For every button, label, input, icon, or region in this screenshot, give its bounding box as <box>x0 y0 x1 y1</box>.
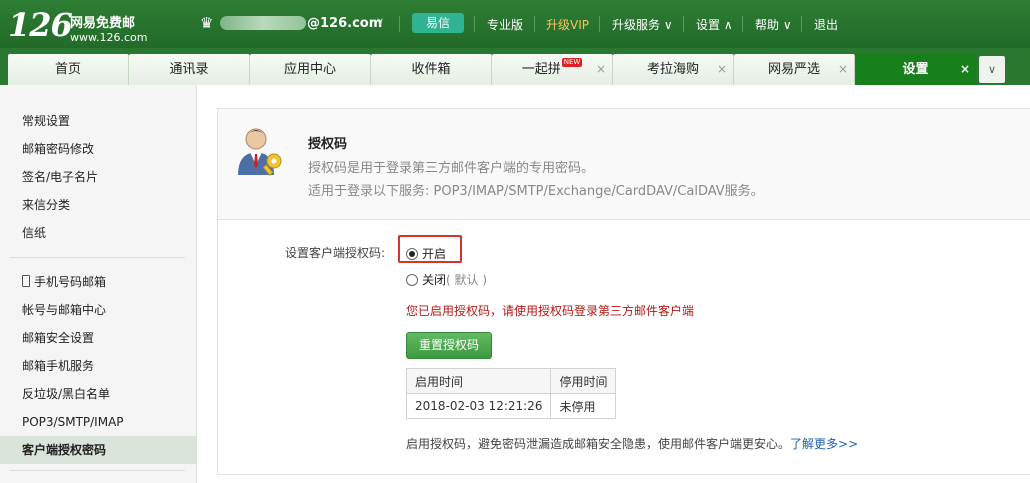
phone-icon <box>22 275 30 287</box>
chevron-up-icon: ∧ <box>723 18 733 32</box>
tab-group-buy[interactable]: 一起拼 NEW × <box>492 54 613 85</box>
logo-number[interactable]: 126 <box>8 6 73 44</box>
tab-yanxuan[interactable]: 网易严选 × <box>734 54 855 85</box>
sidebar-item-stationery[interactable]: 信纸 <box>0 219 196 247</box>
account-username-blurred <box>220 16 306 30</box>
tab-label: 应用中心 <box>283 62 336 77</box>
tab-label: 设置 <box>902 62 929 77</box>
tab-more-dropdown[interactable]: ∨ <box>979 56 1005 83</box>
upgrade-service-label: 升级服务 <box>612 18 661 32</box>
radio-enable[interactable]: 开启 <box>406 245 446 262</box>
learn-more-link[interactable]: 了解更多>> <box>790 437 858 451</box>
top-header: 126 网易免费邮 www.126.com ♛ @126.com ∨ 易信 专业… <box>0 0 1030 48</box>
user-key-icon <box>236 125 286 177</box>
sidebar-item-pop3[interactable]: POP3/SMTP/IMAP <box>0 408 196 436</box>
close-icon[interactable]: × <box>717 54 727 85</box>
radio-enable-circle[interactable] <box>406 248 418 260</box>
footnote-text: 启用授权码，避免密码泄漏造成邮箱安全隐患，使用邮件客户端更安心。 <box>406 437 791 451</box>
pro-version-link[interactable]: 专业版 <box>487 16 523 33</box>
chevron-down-icon[interactable]: ∨ <box>376 15 384 28</box>
table-header-enabled: 启用时间 <box>405 368 552 394</box>
sidebar-divider <box>10 470 185 471</box>
radio-disable[interactable]: 关闭( 默认 ) <box>406 271 487 288</box>
close-icon[interactable]: × <box>960 54 970 85</box>
table-row: 2018-02-03 12:21:26 未停用 <box>405 393 617 419</box>
enabled-message: 您已启用授权码，请使用授权码登录第三方邮件客户端 <box>406 304 695 318</box>
help-menu[interactable]: 帮助 ∨ <box>755 16 792 33</box>
chevron-down-icon: ∨ <box>987 63 997 76</box>
radio-enable-label: 开启 <box>422 247 447 261</box>
disabled-time: 未停用 <box>550 393 617 419</box>
sidebar-item-general[interactable]: 常规设置 <box>0 107 196 135</box>
enabled-time: 2018-02-03 12:21:26 <box>405 393 552 419</box>
radio-disable-circle[interactable] <box>406 274 418 286</box>
divider <box>534 16 535 32</box>
tab-bar: 首页 通讯录 应用中心 收件箱 一起拼 NEW × 考拉海购 × 网易严选 × 设置 × <box>0 48 1030 85</box>
table-header-disabled: 停用时间 <box>550 368 617 394</box>
sidebar-item-label: 手机号码邮箱 <box>34 275 107 289</box>
divider <box>801 16 802 32</box>
logout-link[interactable]: 退出 <box>814 16 838 33</box>
auth-services: 适用于登录以下服务: POP3/IMAP/SMTP/Exchange/CardD… <box>308 184 764 199</box>
divider <box>399 16 400 32</box>
close-icon[interactable]: × <box>838 54 848 85</box>
auth-footnote: 启用授权码，避免密码泄漏造成邮箱安全隐患，使用邮件客户端更安心。了解更多>> <box>406 435 858 452</box>
auth-title: 授权码 <box>308 137 348 152</box>
sidebar-item-mobile-service[interactable]: 邮箱手机服务 <box>0 352 196 380</box>
new-badge: NEW <box>561 58 583 67</box>
upgrade-vip-link[interactable]: 升级VIP <box>546 16 589 33</box>
help-label: 帮助 <box>755 18 780 32</box>
tab-kaola[interactable]: 考拉海购 × <box>613 54 734 85</box>
crown-icon[interactable]: ♛ <box>200 14 213 32</box>
auth-code-panel: 授权码 授权码是用于登录第三方邮件客户端的专用密码。 适用于登录以下服务: PO… <box>217 108 1030 475</box>
tab-contacts[interactable]: 通讯录 <box>129 54 250 85</box>
auth-setting-label: 设置客户端授权码: <box>285 246 386 260</box>
divider <box>599 16 600 32</box>
sidebar-item-mail-filter[interactable]: 来信分类 <box>0 191 196 219</box>
chevron-down-icon: ∨ <box>663 18 673 32</box>
settings-label: 设置 <box>696 18 721 32</box>
default-note: ( 默认 ) <box>446 273 488 287</box>
divider <box>474 16 475 32</box>
logo-name: 网易免费邮 <box>70 16 136 31</box>
tab-app-center[interactable]: 应用中心 <box>250 54 371 85</box>
sidebar-item-security[interactable]: 邮箱安全设置 <box>0 324 196 352</box>
auth-description: 授权码是用于登录第三方邮件客户端的专用密码。 <box>308 161 595 176</box>
tab-label: 首页 <box>54 62 81 77</box>
logo-domain: www.126.com <box>70 31 148 44</box>
panel-header: 授权码 授权码是用于登录第三方邮件客户端的专用密码。 适用于登录以下服务: PO… <box>218 109 1030 220</box>
upgrade-service-menu[interactable]: 升级服务 ∨ <box>612 16 673 33</box>
yixin-button[interactable]: 易信 <box>412 13 464 33</box>
settings-menu[interactable]: 设置 ∧ <box>696 16 733 33</box>
auth-time-table: 启用时间 停用时间 2018-02-03 12:21:26 未停用 <box>405 368 617 419</box>
tab-settings[interactable]: 设置 × <box>855 54 976 85</box>
sidebar-item-antispam[interactable]: 反垃圾/黑白名单 <box>0 380 196 408</box>
sidebar-item-auth-code[interactable]: 客户端授权密码 <box>0 436 196 464</box>
sidebar-divider <box>10 257 185 258</box>
yixin-label: 易信 <box>425 16 450 30</box>
reset-auth-code-button[interactable]: 重置授权码 <box>406 332 492 359</box>
radio-disable-label: 关闭 <box>422 273 447 287</box>
chevron-down-icon: ∨ <box>782 18 792 32</box>
divider <box>742 16 743 32</box>
sidebar-item-signature[interactable]: 签名/电子名片 <box>0 163 196 191</box>
tab-home[interactable]: 首页 <box>8 54 129 85</box>
close-icon[interactable]: × <box>596 54 606 85</box>
tab-inbox[interactable]: 收件箱 <box>371 54 492 85</box>
divider <box>683 16 684 32</box>
account-suffix[interactable]: @126.com <box>307 16 382 31</box>
tab-label: 一起拼 <box>521 62 561 77</box>
tab-label: 考拉海购 <box>646 62 699 77</box>
settings-sidebar: 常规设置 邮箱密码修改 签名/电子名片 来信分类 信纸 手机号码邮箱 帐号与邮箱… <box>0 85 197 483</box>
sidebar-item-phone-mailbox[interactable]: 手机号码邮箱 <box>0 268 196 296</box>
sidebar-item-password[interactable]: 邮箱密码修改 <box>0 135 196 163</box>
tab-label: 收件箱 <box>411 62 451 77</box>
tab-label: 网易严选 <box>767 62 820 77</box>
sidebar-item-account-center[interactable]: 帐号与邮箱中心 <box>0 296 196 324</box>
table-header-row: 启用时间 停用时间 <box>405 368 617 394</box>
tab-label: 通讯录 <box>169 62 209 77</box>
